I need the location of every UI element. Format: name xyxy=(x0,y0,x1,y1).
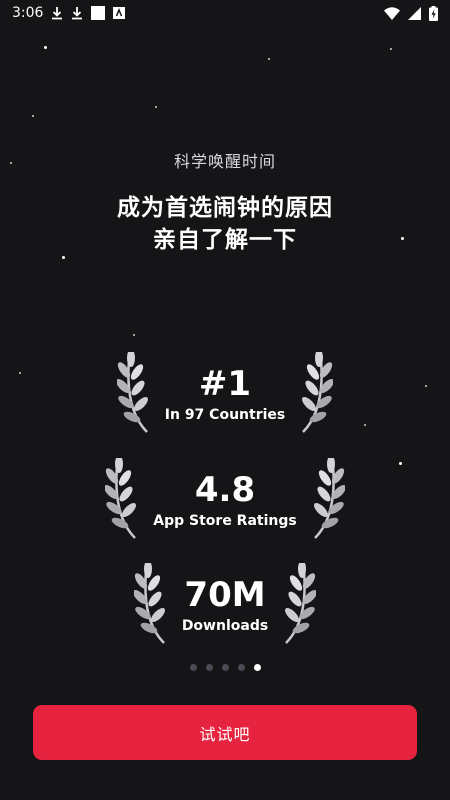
award-value: 4.8 xyxy=(194,469,256,510)
download-icon xyxy=(72,7,83,20)
notification-square-icon xyxy=(91,6,106,20)
status-bar: 3:06 xyxy=(0,0,450,26)
page-dot[interactable] xyxy=(189,664,197,671)
try-it-button[interactable]: 试试吧 xyxy=(33,705,417,760)
star-decoration xyxy=(44,46,47,49)
headline-line-1: 成为首选闹钟的原因 xyxy=(117,195,333,221)
award-label: Downloads xyxy=(181,617,269,634)
page-dot-active[interactable] xyxy=(253,664,261,671)
page-dot[interactable] xyxy=(221,664,229,671)
award-top-countries: #1 In 97 Countries xyxy=(0,352,450,434)
page-dot[interactable] xyxy=(205,664,213,671)
award-label: In 97 Countries xyxy=(164,406,286,423)
star-decoration xyxy=(268,58,270,60)
page-dot[interactable] xyxy=(237,664,245,671)
cellular-signal-icon xyxy=(408,6,421,20)
star-decoration xyxy=(133,334,135,336)
laurel-right-icon xyxy=(281,563,317,645)
star-decoration xyxy=(32,115,34,117)
headline-line-2: 亲自了解一下 xyxy=(153,227,297,253)
laurel-left-icon xyxy=(105,458,140,540)
award-label: App Store Ratings xyxy=(153,512,297,529)
award-downloads: 70M Downloads xyxy=(0,563,450,645)
star-decoration xyxy=(390,48,392,50)
laurel-left-icon xyxy=(133,563,169,645)
download-icon xyxy=(52,7,63,20)
laurel-right-icon xyxy=(310,458,345,540)
award-value: 70M xyxy=(184,574,266,615)
headline: 成为首选闹钟的原因 亲自了解一下 xyxy=(0,192,450,256)
wifi-icon xyxy=(384,6,400,20)
app-notification-icon xyxy=(113,7,126,19)
status-time: 3:06 xyxy=(12,5,44,21)
laurel-right-icon xyxy=(298,352,334,434)
laurel-left-icon xyxy=(116,352,152,434)
award-value: #1 xyxy=(198,363,252,404)
battery-charging-icon xyxy=(429,5,438,21)
page-indicator xyxy=(0,664,450,671)
star-decoration xyxy=(62,256,65,259)
star-decoration xyxy=(155,106,157,108)
subtitle: 科学唤醒时间 xyxy=(173,152,276,171)
award-ratings: 4.8 App Store Ratings xyxy=(0,458,450,540)
